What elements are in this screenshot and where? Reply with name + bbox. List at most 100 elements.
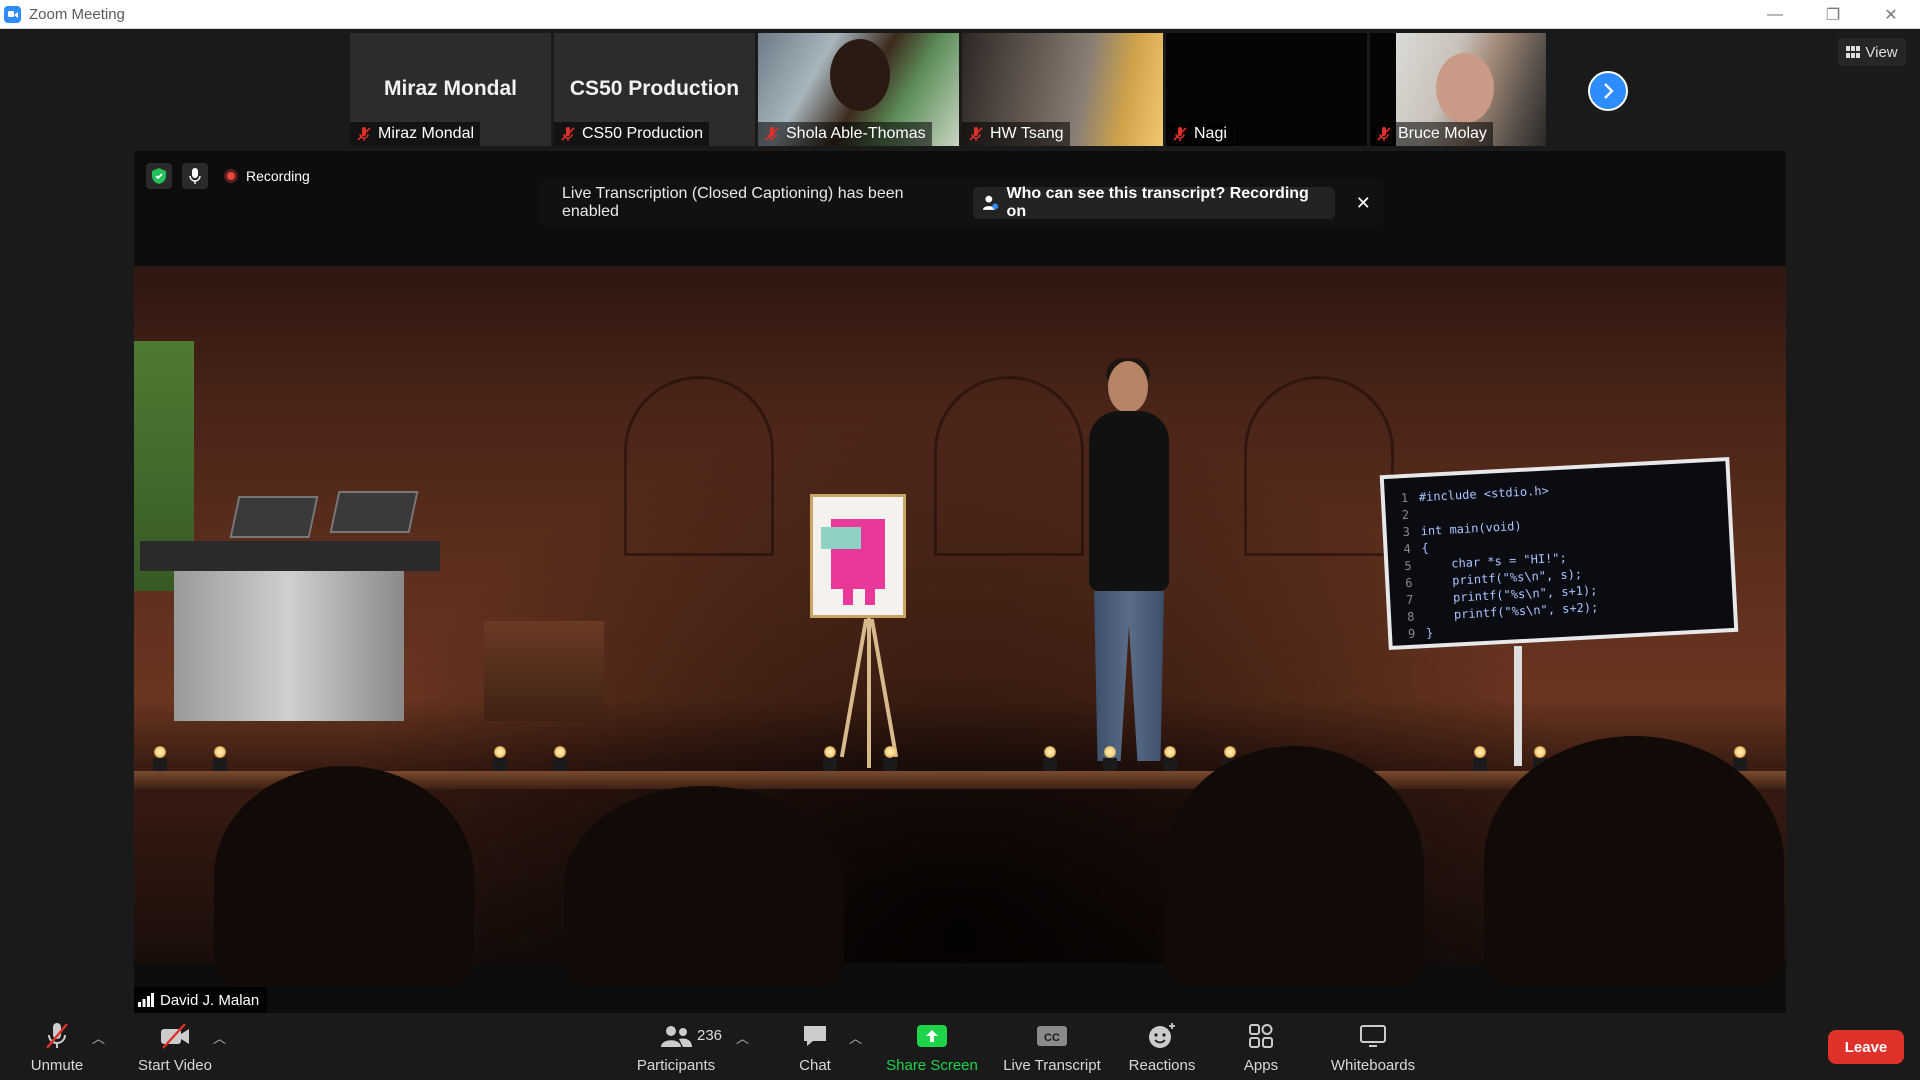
stage-bulb bbox=[1104, 746, 1116, 758]
active-speaker-label: David J. Malan bbox=[134, 987, 268, 1013]
code-display-board: 1 #include <stdio.h> 2 3 int main(void) 4{… bbox=[1379, 456, 1739, 651]
stage-bulb bbox=[494, 746, 506, 758]
mic-muted-icon bbox=[560, 126, 576, 142]
participant-video bbox=[830, 39, 890, 111]
reactions-label: Reactions bbox=[1128, 1057, 1196, 1074]
start-video-button[interactable]: Start Video bbox=[134, 1021, 216, 1077]
minimize-button[interactable]: — bbox=[1746, 0, 1804, 29]
stage-bulb bbox=[554, 746, 566, 758]
podium bbox=[140, 541, 440, 571]
participant-tile[interactable]: Miraz Mondal Miraz Mondal bbox=[350, 33, 551, 146]
chat-label: Chat bbox=[799, 1057, 831, 1074]
audio-status[interactable] bbox=[182, 163, 208, 189]
live-transcript-label: Live Transcript bbox=[1003, 1057, 1101, 1074]
stage-bulb bbox=[214, 746, 226, 758]
chat-button[interactable]: Chat bbox=[790, 1021, 840, 1077]
restore-button[interactable]: ❐ bbox=[1804, 0, 1862, 29]
meeting-toolbar: Unmute ︿ Start Video ︿ Participants 236 … bbox=[0, 1013, 1920, 1080]
whiteboards-label: Whiteboards bbox=[1330, 1057, 1416, 1074]
stage-bulb bbox=[1474, 746, 1486, 758]
stage-bulb bbox=[1224, 746, 1236, 758]
participant-count: 236 bbox=[697, 1027, 723, 1044]
participant-name-bar: Shola Able-Thomas bbox=[758, 122, 932, 146]
participant-name: Miraz Mondal bbox=[378, 125, 475, 142]
audio-options-caret[interactable]: ︿ bbox=[92, 1028, 105, 1047]
transcription-message: Live Transcription (Closed Captioning) h… bbox=[562, 185, 904, 220]
zoom-app-icon bbox=[4, 5, 21, 23]
meeting-status-row: Recording bbox=[146, 163, 310, 189]
laptop bbox=[229, 496, 319, 538]
security-status[interactable] bbox=[146, 163, 172, 189]
shield-icon bbox=[152, 168, 166, 184]
speaker-head bbox=[1108, 361, 1148, 413]
participant-name-bar: Bruce Molay bbox=[1370, 122, 1493, 146]
microphone-muted-icon bbox=[46, 1023, 68, 1049]
participant-name: Shola Able-Thomas bbox=[786, 125, 926, 142]
signal-strength-icon bbox=[138, 993, 154, 1007]
easel-leg bbox=[839, 618, 869, 758]
close-window-button[interactable]: ✕ bbox=[1862, 0, 1920, 29]
participant-tile[interactable]: CS50 Production CS50 Production bbox=[554, 33, 755, 146]
mic-muted-icon bbox=[1172, 126, 1188, 142]
participant-name-bar: Miraz Mondal bbox=[350, 122, 481, 146]
video-options-caret[interactable]: ︿ bbox=[213, 1028, 226, 1047]
stage-bulb bbox=[154, 746, 166, 758]
active-speaker-video: 1 #include <stdio.h> 2 3 int main(void) 4{… bbox=[134, 151, 1786, 1013]
live-transcript-button[interactable]: CC Live Transcript bbox=[1000, 1021, 1104, 1077]
easel-leg bbox=[869, 618, 899, 758]
share-screen-label: Share Screen bbox=[886, 1057, 978, 1074]
stage-bulb bbox=[884, 746, 896, 758]
close-icon: ✕ bbox=[1355, 192, 1371, 213]
mic-muted-icon bbox=[1376, 126, 1392, 142]
wall-arch bbox=[934, 376, 1084, 556]
title-bar: Zoom Meeting — ❐ ✕ bbox=[0, 0, 1920, 29]
audience-member bbox=[564, 786, 844, 986]
participant-name-bar: HW Tsang bbox=[962, 122, 1070, 146]
side-table bbox=[484, 621, 604, 721]
view-button[interactable]: View bbox=[1838, 38, 1906, 66]
participant-name: Bruce Molay bbox=[1398, 125, 1487, 142]
participant-tile[interactable]: Bruce Molay bbox=[1370, 33, 1546, 146]
mic-muted-icon bbox=[356, 126, 372, 142]
speaker-legs bbox=[1094, 591, 1164, 761]
active-speaker-name: David J. Malan bbox=[160, 991, 260, 1009]
whiteboard-icon bbox=[1360, 1025, 1386, 1047]
transcription-banner: Live Transcription (Closed Captioning) h… bbox=[540, 180, 1384, 226]
chat-options-caret[interactable]: ︿ bbox=[849, 1028, 862, 1047]
whiteboards-button[interactable]: Whiteboards bbox=[1326, 1021, 1420, 1077]
reactions-button[interactable]: Reactions bbox=[1126, 1021, 1198, 1077]
transcript-visibility-label: Who can see this transcript? Recording o… bbox=[1006, 185, 1309, 220]
smiley-plus-icon bbox=[1149, 1023, 1175, 1048]
apps-button[interactable]: Apps bbox=[1236, 1021, 1286, 1077]
participant-strip: Miraz Mondal Miraz Mondal CS50 Productio… bbox=[350, 33, 1546, 146]
stage-bulb bbox=[1044, 746, 1056, 758]
participant-tile[interactable]: HW Tsang bbox=[962, 33, 1163, 146]
transcript-visibility-button[interactable]: Who can see this transcript? Recording o… bbox=[972, 185, 1335, 220]
close-banner-button[interactable]: ✕ bbox=[1353, 192, 1374, 214]
wall-arch bbox=[1244, 376, 1394, 556]
unmute-button[interactable]: Unmute bbox=[26, 1021, 88, 1077]
participant-tile[interactable]: Shola Able-Thomas bbox=[758, 33, 959, 146]
audience-member bbox=[214, 766, 474, 986]
recording-indicator[interactable]: Recording bbox=[224, 168, 310, 184]
participant-display-name: CS50 Production bbox=[569, 77, 740, 100]
view-label: View bbox=[1865, 43, 1898, 61]
audience-member bbox=[1164, 746, 1424, 986]
share-screen-icon bbox=[917, 1025, 947, 1047]
audience-member bbox=[1484, 736, 1784, 986]
participant-name: HW Tsang bbox=[990, 125, 1064, 142]
participant-tile[interactable]: Nagi bbox=[1166, 33, 1367, 146]
participant-name: Nagi bbox=[1194, 125, 1227, 142]
chat-bubble-icon bbox=[804, 1026, 826, 1046]
microphone-icon bbox=[189, 168, 201, 184]
podium-base bbox=[174, 571, 404, 721]
participants-label: Participants bbox=[636, 1057, 716, 1074]
participants-icon bbox=[661, 1026, 692, 1047]
leave-button[interactable]: Leave bbox=[1828, 1030, 1904, 1064]
share-screen-button[interactable]: Share Screen bbox=[884, 1021, 980, 1077]
participants-options-caret[interactable]: ︿ bbox=[736, 1028, 749, 1047]
svg-text:CC: CC bbox=[1044, 1032, 1060, 1044]
next-page-button[interactable] bbox=[1588, 71, 1628, 111]
start-video-label: Start Video bbox=[138, 1057, 212, 1074]
mic-muted-icon bbox=[764, 126, 780, 142]
